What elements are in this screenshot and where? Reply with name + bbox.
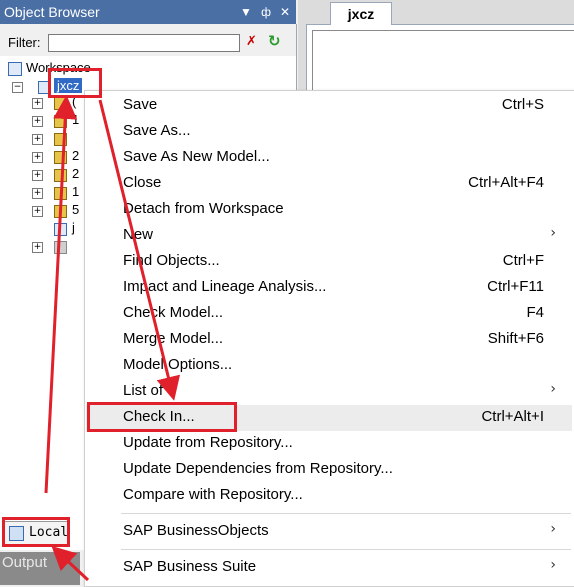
menu-item-update-from-repository[interactable]: Update from Repository... <box>86 431 572 457</box>
menu-item-update-dependencies-from-repository[interactable]: Update Dependencies from Repository... <box>86 457 572 483</box>
menu-item-shortcut: Ctrl+F <box>502 252 544 269</box>
menu-item-label: Save <box>123 96 158 113</box>
submenu-chevron-icon: › <box>550 557 556 573</box>
menu-item-shortcut: Shift+F6 <box>487 330 544 347</box>
expand-icon[interactable]: + <box>32 98 43 109</box>
output-panel-tab[interactable]: Output <box>0 552 80 585</box>
filter-label: Filter: <box>8 35 41 50</box>
menu-item-compare-with-repository[interactable]: Compare with Repository... <box>86 483 572 509</box>
menu-separator <box>121 549 571 550</box>
menu-item-save-as-new-model[interactable]: Save As New Model... <box>86 145 572 171</box>
menu-item-label: Close <box>123 174 162 191</box>
menu-item-label: Find Objects... <box>123 252 220 269</box>
collapse-icon[interactable]: − <box>12 82 23 93</box>
menu-item-find-objects[interactable]: Find Objects... Ctrl+F <box>86 249 572 275</box>
object-browser-title: Object Browser <box>4 4 100 20</box>
close-icon[interactable]: ✕ <box>277 0 293 24</box>
submenu-chevron-icon: › <box>550 381 556 397</box>
package-icon <box>54 241 67 254</box>
menu-item-label: Impact and Lineage Analysis... <box>123 278 327 295</box>
menu-item-shortcut: Ctrl+F11 <box>487 278 544 295</box>
object-browser-title-bar: Object Browser ▼ ф ✕ <box>0 0 296 24</box>
menu-item-detach-from-workspace[interactable]: Detach from Workspace <box>86 197 572 223</box>
expand-icon[interactable]: + <box>32 152 43 163</box>
package-icon <box>54 187 67 200</box>
expand-icon[interactable]: + <box>32 116 43 127</box>
menu-item-label: Detach from Workspace <box>123 200 284 217</box>
menu-item-shortcut: Ctrl+Alt+I <box>481 408 544 425</box>
menu-item-label: SAP BusinessObjects <box>123 522 269 539</box>
menu-item-label: New <box>123 226 154 243</box>
annotation-box-check-in <box>87 402 237 432</box>
package-icon <box>54 133 67 146</box>
tree-child-label[interactable]: j <box>72 220 75 235</box>
menu-item-close[interactable]: Close Ctrl+Alt+F4 <box>86 171 572 197</box>
menu-item-label: Update Dependencies from Repository... <box>123 460 393 477</box>
menu-item-label: Update from Repository... <box>123 434 293 451</box>
package-icon <box>54 151 67 164</box>
context-menu: Save Ctrl+S Save As... Save As New Model...… <box>84 90 574 587</box>
expand-icon[interactable]: + <box>32 188 43 199</box>
submenu-chevron-icon: › <box>550 521 556 537</box>
menu-item-label: SAP Business Suite <box>123 558 257 575</box>
menu-item-save-as[interactable]: Save As... <box>86 119 572 145</box>
menu-item-shortcut: Ctrl+S <box>501 96 544 113</box>
filter-row: Filter: ✗ ↻ <box>0 24 296 56</box>
package-icon <box>54 97 67 110</box>
annotation-box-model <box>48 68 102 98</box>
tree-child-label[interactable]: 1 <box>72 184 79 199</box>
menu-item-label: Merge Model... <box>123 330 224 347</box>
package-icon <box>54 169 67 182</box>
panel-options-icon[interactable]: ▼ <box>238 0 254 24</box>
expand-icon[interactable]: + <box>32 170 43 181</box>
tree-child-label[interactable]: 1 <box>72 112 79 127</box>
menu-item-merge-model[interactable]: Merge Model... Shift+F6 <box>86 327 572 353</box>
menu-item-sap-business-suite[interactable]: SAP Business Suite › <box>86 555 572 581</box>
output-label: Output <box>2 554 48 571</box>
menu-item-impact-and-lineage-analysis[interactable]: Impact and Lineage Analysis... Ctrl+F11 <box>86 275 572 301</box>
menu-item-check-model[interactable]: Check Model... F4 <box>86 301 572 327</box>
menu-item-sap-businessobjects[interactable]: SAP BusinessObjects › <box>86 519 572 545</box>
menu-item-label: List of <box>123 382 164 399</box>
tree-child-label[interactable]: 2 <box>72 166 79 181</box>
package-icon <box>54 223 67 236</box>
menu-item-new[interactable]: New › <box>86 223 572 249</box>
menu-item-shortcut: F4 <box>526 304 544 321</box>
tab-jxcz[interactable]: jxcz <box>330 2 392 25</box>
package-icon <box>54 115 67 128</box>
expand-icon[interactable]: + <box>32 242 43 253</box>
package-icon <box>54 205 67 218</box>
menu-separator <box>121 513 571 514</box>
filter-input[interactable] <box>48 34 240 52</box>
tree-child-label[interactable]: 2 <box>72 148 79 163</box>
workspace-icon <box>8 61 22 76</box>
tree-child-label[interactable]: 5 <box>72 202 79 217</box>
menu-item-label: Check Model... <box>123 304 224 321</box>
menu-item-model-options[interactable]: Model Options... <box>86 353 572 379</box>
annotation-box-local <box>2 517 70 547</box>
pin-icon[interactable]: ф <box>258 0 274 24</box>
submenu-chevron-icon: › <box>550 225 556 241</box>
menu-item-label: Save As... <box>123 122 191 139</box>
menu-item-label: Save As New Model... <box>123 148 270 165</box>
clear-filter-icon[interactable]: ✗ <box>246 34 257 49</box>
refresh-icon[interactable]: ↻ <box>268 32 281 50</box>
expand-icon[interactable]: + <box>32 206 43 217</box>
menu-item-save[interactable]: Save Ctrl+S <box>86 93 572 119</box>
menu-item-label: Model Options... <box>123 356 233 373</box>
menu-item-shortcut: Ctrl+Alt+F4 <box>468 174 544 191</box>
menu-item-label: Compare with Repository... <box>123 486 303 503</box>
expand-icon[interactable]: + <box>32 134 43 145</box>
